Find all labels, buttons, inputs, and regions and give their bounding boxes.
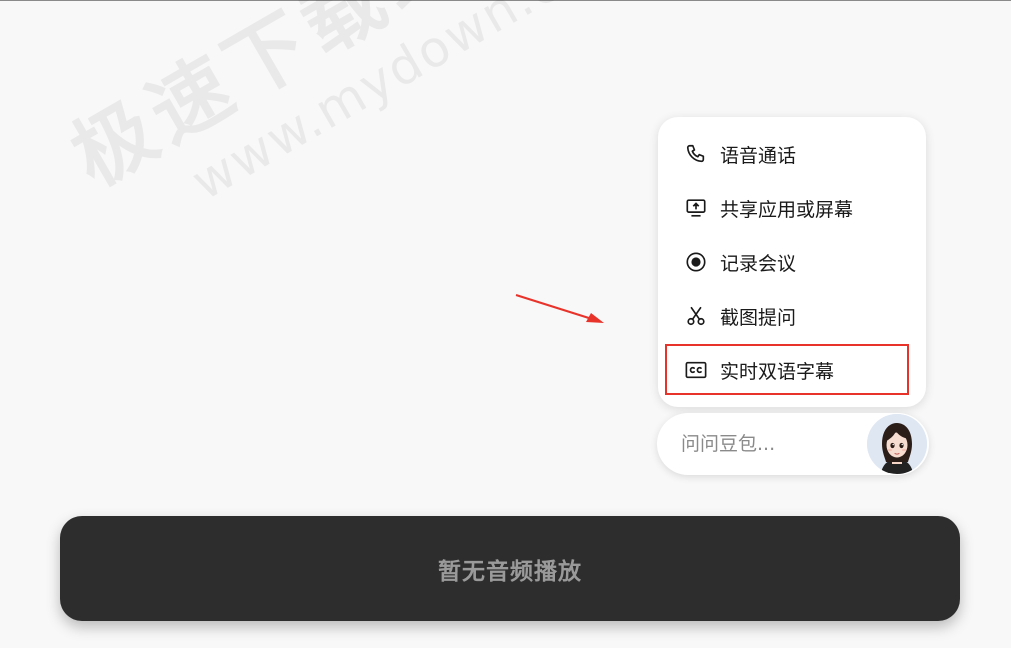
features-popup-menu: 语音通话 共享应用或屏幕 记录会议 截图提问 实时双语字幕: [658, 117, 926, 407]
menu-item-label: 语音通话: [720, 144, 797, 167]
menu-item-share-screen[interactable]: 共享应用或屏幕: [684, 193, 853, 223]
menu-item-screenshot-question[interactable]: 截图提问: [684, 301, 796, 331]
watermark: 极速下载站 www.mydown.com: [56, 0, 643, 256]
menu-item-label: 共享应用或屏幕: [720, 198, 854, 221]
window-top-border: [0, 0, 1011, 1]
ask-input[interactable]: [681, 413, 861, 475]
player-status-text: 暂无音频播放: [438, 558, 582, 585]
record-icon: [684, 250, 708, 274]
phone-icon: [684, 142, 708, 166]
watermark-site-url: www.mydown.com: [181, 0, 643, 212]
menu-item-bilingual-subtitles[interactable]: 实时双语字幕: [684, 355, 834, 385]
watermark-site-name: 极速下载站: [56, 0, 485, 205]
menu-item-label: 截图提问: [720, 306, 797, 329]
share-screen-icon: [684, 196, 708, 220]
audio-player-bar: 暂无音频播放: [60, 516, 960, 621]
menu-item-label: 记录会议: [720, 252, 797, 275]
ask-doubao-box[interactable]: [657, 413, 929, 475]
annotation-arrow: [515, 293, 604, 323]
cc-icon: [684, 358, 708, 382]
menu-item-label: 实时双语字幕: [720, 360, 835, 383]
assistant-avatar[interactable]: [867, 414, 927, 474]
scissors-icon: [684, 304, 708, 328]
menu-item-record-meeting[interactable]: 记录会议: [684, 247, 796, 277]
menu-item-voice-call[interactable]: 语音通话: [684, 139, 796, 169]
